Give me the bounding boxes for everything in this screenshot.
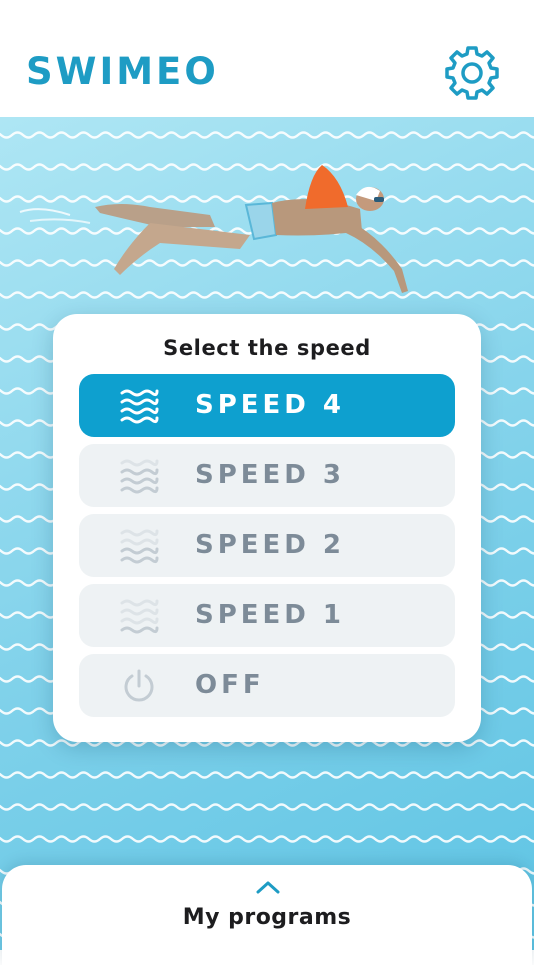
chevron-up-icon[interactable] [255, 879, 281, 895]
speed-3-label: SPEED 3 [195, 460, 346, 490]
swimmer-illustration [19, 165, 408, 293]
speed-1-button[interactable]: SPEED 1 [79, 584, 455, 647]
speed-2-button[interactable]: SPEED 2 [79, 514, 455, 577]
speed-panel-title: Select the speed [163, 336, 371, 360]
power-icon [124, 669, 154, 702]
pool-background: Select the speed SPEED 4 SPEED 3 SPEED 2… [0, 117, 534, 950]
speed-4-button[interactable]: SPEED 4 [79, 374, 455, 437]
speed-4-label: SPEED 4 [195, 390, 346, 420]
off-button[interactable]: OFF [79, 654, 455, 717]
wave-line [0, 835, 534, 843]
app-header: SWIMEO [0, 0, 534, 117]
wave-line [0, 771, 534, 779]
waves-icon [120, 529, 159, 564]
waves-icon [120, 389, 159, 424]
wave-line [0, 131, 534, 139]
waves-icon [120, 459, 159, 494]
gear-icon[interactable] [441, 42, 503, 104]
my-programs-label: My programs [182, 905, 352, 930]
speed-2-label: SPEED 2 [195, 530, 346, 560]
my-programs-sheet[interactable]: My programs [2, 865, 532, 965]
speed-selector-card: Select the speed SPEED 4 SPEED 3 SPEED 2… [53, 314, 481, 742]
waves-icon [120, 599, 159, 634]
speed-1-label: SPEED 1 [195, 600, 346, 630]
off-label: OFF [195, 670, 265, 700]
speed-3-button[interactable]: SPEED 3 [79, 444, 455, 507]
app-logo: SWIMEO [26, 50, 219, 93]
wave-line [0, 803, 534, 811]
